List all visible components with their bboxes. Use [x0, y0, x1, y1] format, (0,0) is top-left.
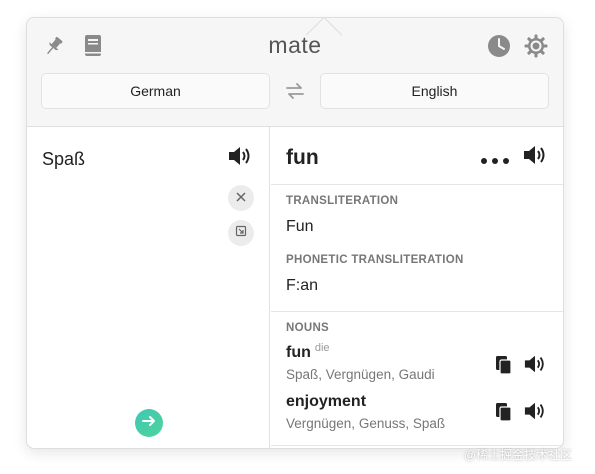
clear-button[interactable] [228, 185, 254, 211]
transliteration-value: Fun [286, 218, 314, 235]
translate-button[interactable] [135, 409, 163, 437]
translation-speaker-icon[interactable] [521, 142, 549, 168]
target-language-button[interactable]: English [320, 73, 549, 109]
noun-word-text: enjoyment [286, 393, 367, 410]
transliteration-label: TRANSLITERATION [286, 195, 399, 207]
copy-icon[interactable] [493, 353, 515, 377]
noun-article: die [314, 342, 330, 354]
translation-pane: fun TRANSLITERATION Fun PHONETIC TRANSLI… [271, 127, 563, 448]
header: mate German English [27, 18, 563, 126]
clock-icon[interactable] [487, 34, 511, 58]
divider [271, 311, 563, 312]
divider [271, 184, 563, 185]
nouns-label: NOUNS [286, 322, 330, 334]
source-language-button[interactable]: German [41, 73, 270, 109]
source-text-input[interactable]: Spaß [42, 149, 85, 170]
swap-icon[interactable] [283, 80, 307, 102]
paste-button[interactable] [228, 220, 254, 246]
noun-synonyms-1: Spaß, Vergnügen, Gaudi [286, 367, 435, 382]
more-options-icon[interactable] [481, 157, 509, 165]
translator-popover: mate German English Spaß fun TRANSLITERA… [26, 16, 564, 449]
arrow-right-icon [142, 414, 156, 432]
source-pane: Spaß [27, 127, 270, 448]
noun-word-text: fun [286, 344, 311, 361]
noun-word-2: enjoyment [286, 393, 366, 411]
noun-speaker-icon[interactable] [521, 351, 549, 377]
gear-icon[interactable] [524, 34, 548, 58]
close-icon [236, 189, 246, 207]
phonetic-value: F:an [286, 277, 319, 294]
copy-icon[interactable] [493, 400, 515, 424]
watermark-text: @稀土掘金技术社区 [464, 448, 573, 462]
noun-speaker-icon[interactable] [521, 398, 549, 424]
phonetic-label: PHONETIC TRANSLITERATION [286, 254, 464, 266]
content-area: Spaß fun TRANSLITERATION Fun PHONETIC TR… [27, 126, 563, 448]
noun-synonyms-2: Vergnügen, Genuss, Spaß [286, 416, 446, 431]
paste-icon [235, 224, 247, 242]
source-speaker-icon[interactable] [226, 143, 254, 169]
translated-word: fun [286, 146, 319, 169]
app-title: mate [268, 32, 322, 58]
noun-word-1: fun die [286, 342, 330, 362]
